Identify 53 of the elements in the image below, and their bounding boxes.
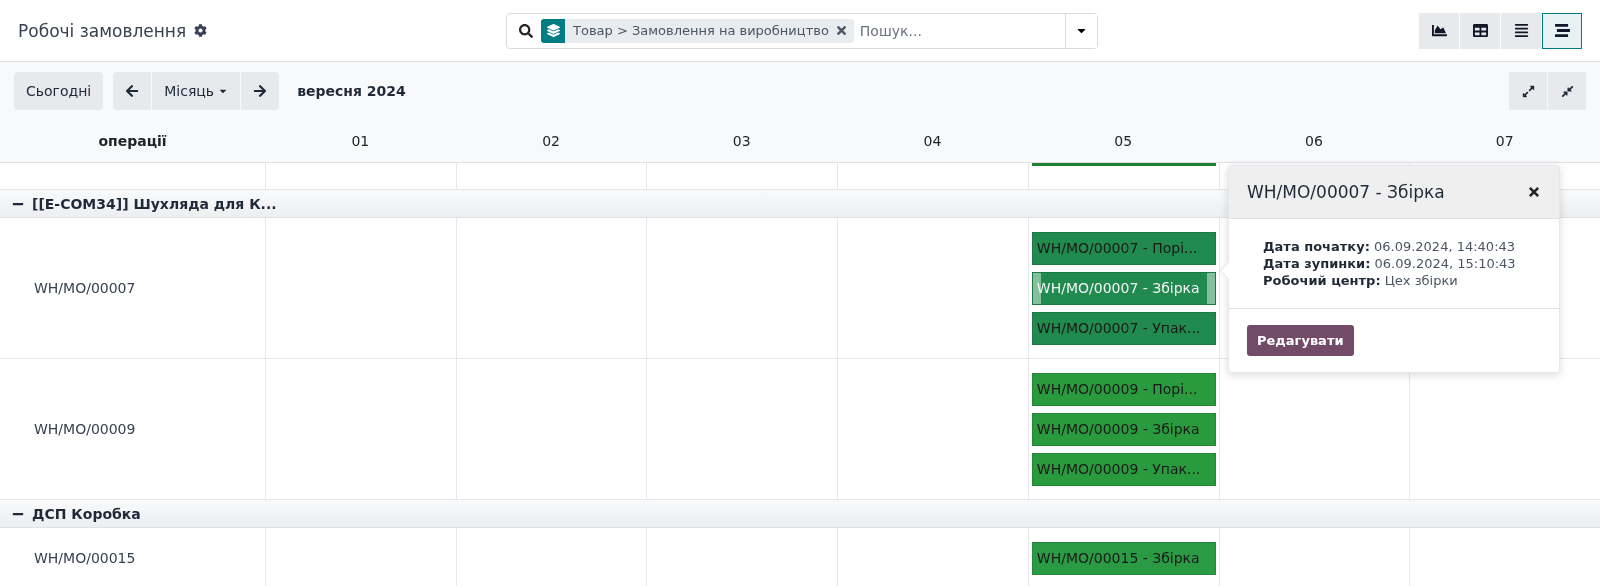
day-header: 02 xyxy=(542,133,560,149)
task-pill[interactable]: WH/MO/00009 - Збірка xyxy=(1031,412,1216,446)
table-icon xyxy=(1472,23,1488,38)
day-header: 05 xyxy=(1114,133,1133,149)
close-icon[interactable] xyxy=(1527,185,1541,199)
facet-label: Товар > Замовлення на виробництво xyxy=(572,23,830,38)
arrow-right-icon xyxy=(253,84,268,98)
previous-button[interactable] xyxy=(113,72,152,110)
area-chart-icon xyxy=(1431,23,1447,38)
day-header: 03 xyxy=(732,133,751,149)
task-pill[interactable]: WH/MO/00007 - Збірка xyxy=(1031,271,1216,305)
day-header: 06 xyxy=(1305,133,1323,149)
task-pill[interactable]: WH/MO/00009 - Порі... xyxy=(1031,372,1216,406)
row-label: WH/MO/00009 xyxy=(34,421,136,437)
arrow-left-icon xyxy=(125,84,140,98)
period-label: вересня 2024 xyxy=(297,83,406,99)
scale-dropdown-button[interactable]: Місяць xyxy=(152,72,241,110)
row-label: WH/MO/00015 xyxy=(34,550,136,566)
collapse-icon xyxy=(1560,84,1574,98)
day-header: 04 xyxy=(923,133,942,149)
row-label: WH/MO/00007 xyxy=(34,280,136,296)
task-pill[interactable]: WH/MO/00009 - Упак... xyxy=(1031,452,1216,486)
detail-line: Дата зупинки: 06.09.2024, 15:10:43 xyxy=(1263,256,1517,271)
collapse-button[interactable] xyxy=(1548,72,1586,110)
expand-icon xyxy=(1521,84,1535,98)
search-bar[interactable]: Товар > Замовлення на виробництво Пошук... xyxy=(506,12,1098,49)
group-label: [[E-COM34]] Шухляда для К... xyxy=(32,195,277,212)
gantt-icon xyxy=(1554,23,1570,38)
layers-icon xyxy=(546,24,560,37)
view-switch-button[interactable] xyxy=(1542,12,1582,49)
task-pill[interactable]: WH/MO/00007 - Упак... xyxy=(1031,311,1216,345)
view-switch-button[interactable] xyxy=(1501,12,1541,49)
group-label: ДСП Коробка xyxy=(32,505,141,522)
group-header[interactable]: ДСП Коробка xyxy=(0,500,1600,528)
detail-line: Дата початку: 06.09.2024, 14:40:43 xyxy=(1263,239,1517,254)
search-icon xyxy=(519,23,533,38)
task-pill[interactable]: WH/MO/00015 - Збірка xyxy=(1031,541,1216,575)
settings-icon[interactable] xyxy=(194,24,208,37)
expand-button[interactable] xyxy=(1509,72,1547,110)
task-pill[interactable]: WH/MO/00007 - Порі... xyxy=(1031,231,1216,265)
page-title: Робочі замовлення xyxy=(18,20,187,41)
edit-button[interactable]: Редагувати xyxy=(1247,325,1354,356)
today-button[interactable]: Сьогодні xyxy=(14,72,104,110)
detail-line: Робочий центр: Цех збірки xyxy=(1263,273,1459,288)
list-icon xyxy=(1513,23,1529,38)
view-switch-button[interactable] xyxy=(1460,12,1500,49)
day-header: 01 xyxy=(351,133,370,149)
day-header: 07 xyxy=(1495,133,1514,149)
filter-facet[interactable]: Товар > Замовлення на виробництво xyxy=(541,18,854,43)
view-switch-button[interactable] xyxy=(1419,12,1459,49)
close-icon[interactable] xyxy=(834,24,848,37)
column-header: операції xyxy=(98,133,167,149)
next-button[interactable] xyxy=(241,72,280,110)
